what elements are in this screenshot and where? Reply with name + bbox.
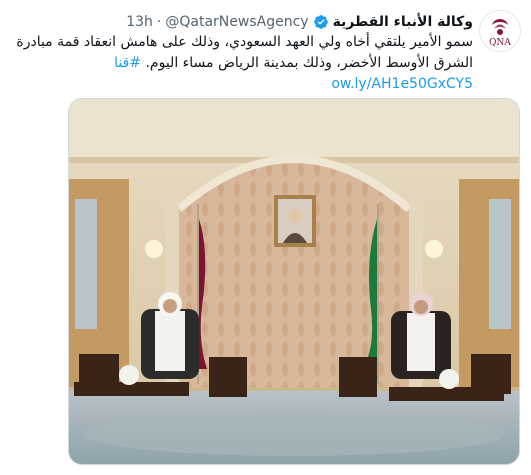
qna-logo: QNA <box>480 11 520 51</box>
account-avatar[interactable]: QNA <box>479 10 521 52</box>
tweet-url-link[interactable]: ow.ly/AH1e50GxCY5 <box>331 76 473 92</box>
tweet-text-line-2-body: الشرق الأوسط الأخضر، وذلك بمدينة الرياض … <box>145 55 473 71</box>
author-name[interactable]: وكالة الأنباء القطرية <box>333 14 473 30</box>
avatar-text: QNA <box>489 38 511 48</box>
tweet-text-line-2: الشرق الأوسط الأخضر، وذلك بمدينة الرياض … <box>8 53 473 74</box>
separator-dot: · <box>156 14 162 30</box>
verified-badge-icon <box>313 15 328 29</box>
hashtag-link[interactable]: #قنا <box>114 55 141 71</box>
meeting-photo-illustration <box>69 99 519 464</box>
author-handle[interactable]: @QatarNewsAgency <box>165 14 308 30</box>
tweet-text-line-3: ow.ly/AH1e50GxCY5 <box>8 74 473 95</box>
tweet-text: سمو الأمير يلتقي أخاه ولي العهد السعودي،… <box>8 32 473 95</box>
tweet-card[interactable]: QNA وكالة الأنباء القطرية @QatarNewsAgen… <box>0 0 531 475</box>
tweet-time[interactable]: 13h <box>126 14 153 30</box>
tweet-header: وكالة الأنباء القطرية @QatarNewsAgency ·… <box>126 12 473 32</box>
tweet-photo[interactable] <box>68 98 520 465</box>
tweet-text-line-1: سمو الأمير يلتقي أخاه ولي العهد السعودي،… <box>16 34 473 50</box>
